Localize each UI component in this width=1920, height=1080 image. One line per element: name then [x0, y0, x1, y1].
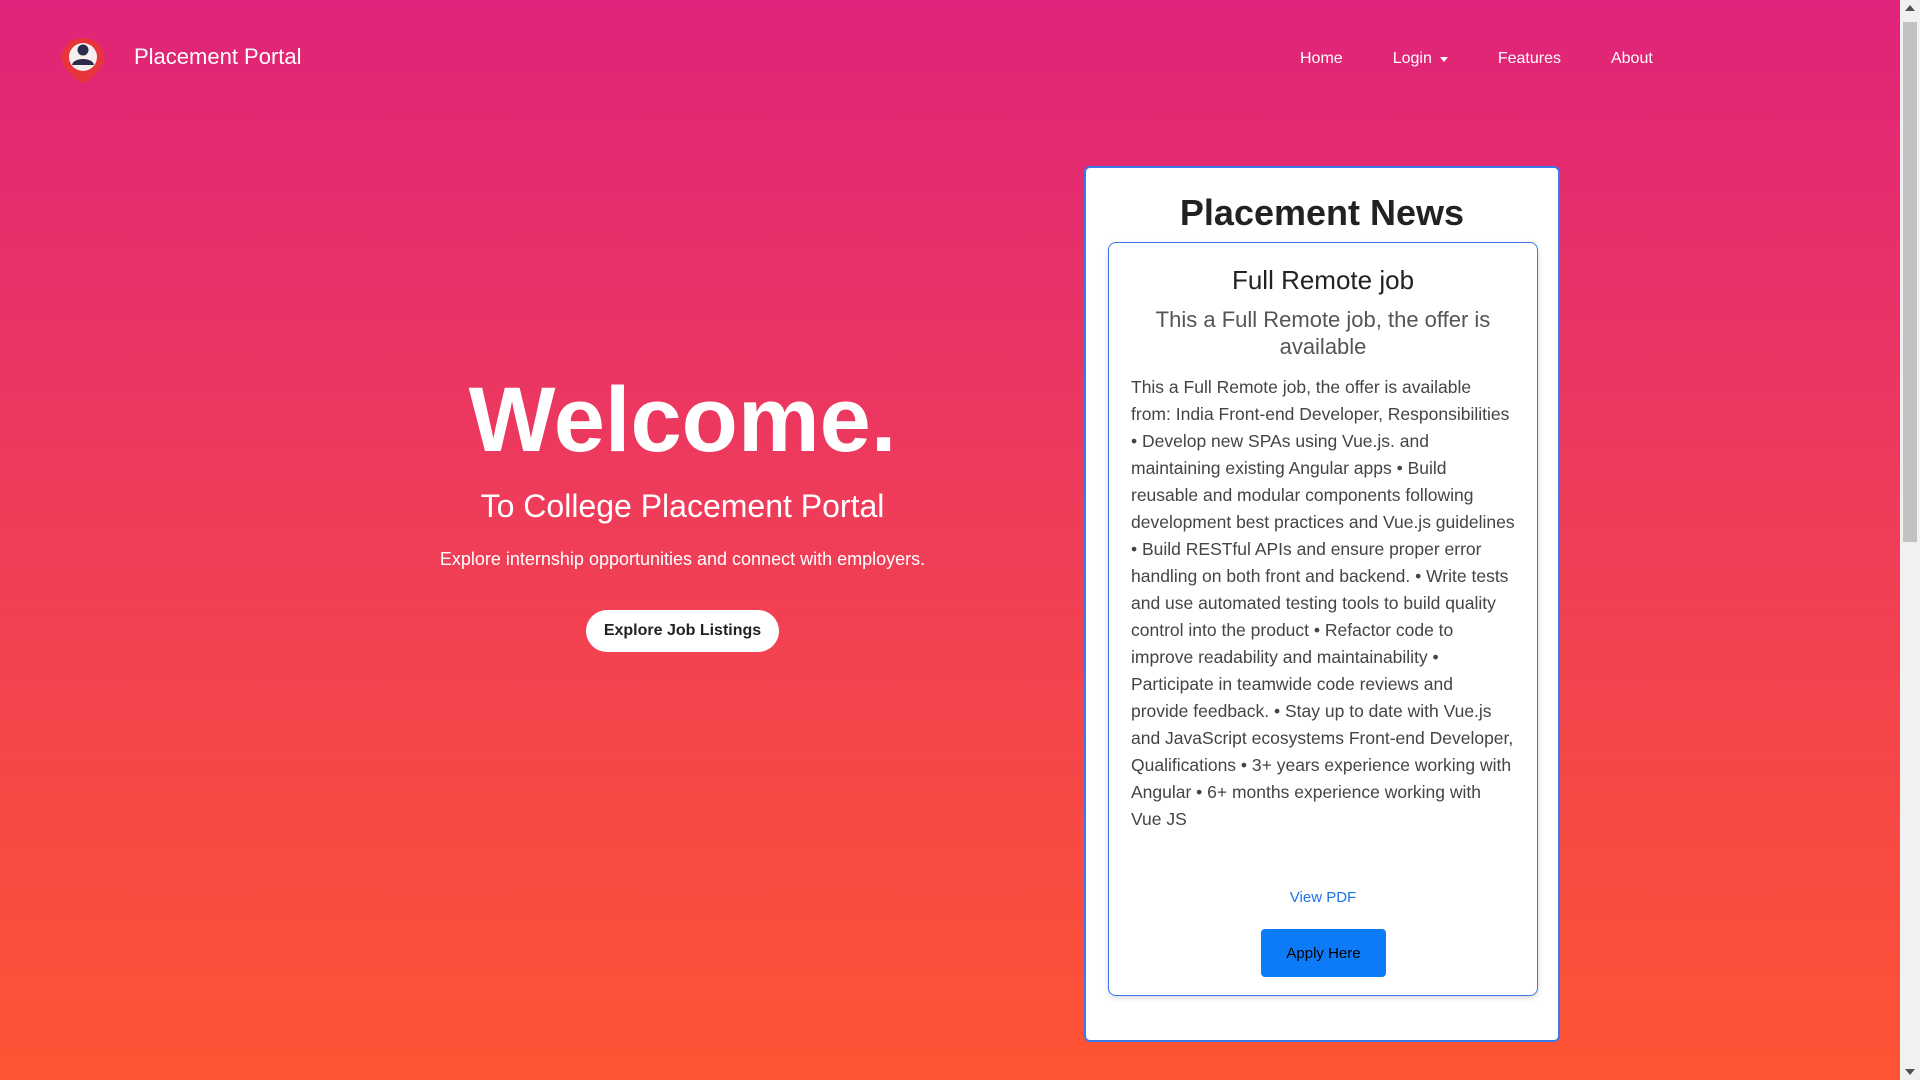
user-location-pin-icon[interactable]	[60, 36, 106, 86]
placement-news-card: Placement News Full Remote job This a Fu…	[1084, 166, 1560, 1042]
nav-features-label: Features	[1497, 50, 1561, 67]
hero-subtitle: To College Placement Portal	[480, 488, 885, 524]
nav-features[interactable]: Features	[1498, 50, 1561, 68]
vertical-scrollbar[interactable]	[1900, 0, 1920, 1080]
hero-lead: Explore internship opportunities and con…	[439, 549, 926, 569]
job-description: This a Full Remote job, the offer is ava…	[1131, 377, 1515, 829]
nav-home-label: Home	[1300, 50, 1343, 67]
job-card: Full Remote job This a Full Remote job, …	[1108, 242, 1538, 996]
caret-down-icon	[1439, 56, 1448, 62]
nav-login-label: Login	[1392, 50, 1432, 67]
apply-here-button[interactable]: Apply Here	[1261, 929, 1386, 977]
scroll-down-arrow-icon[interactable]	[1905, 1069, 1915, 1075]
nav-home[interactable]: Home	[1300, 50, 1343, 68]
view-pdf-link[interactable]: View PDF	[1109, 889, 1537, 906]
placement-news-heading: Placement News	[1179, 192, 1465, 233]
main-nav: Home Login Features About	[1300, 50, 1703, 68]
nav-login-dropdown[interactable]: Login	[1393, 50, 1448, 68]
hero-section: Welcome. To College Placement Portal Exp…	[430, 370, 935, 652]
explore-job-listings-button[interactable]: Explore Job Listings	[585, 610, 780, 652]
brand-name[interactable]: Placement Portal	[134, 44, 302, 70]
job-title: Full Remote job	[1231, 265, 1415, 295]
scrollbar-thumb[interactable]	[1903, 22, 1917, 542]
scroll-up-arrow-icon[interactable]	[1905, 5, 1915, 11]
navbar: Placement Portal Home Login Features Abo…	[0, 0, 1900, 118]
job-subtitle: This a Full Remote job, the offer is ava…	[1155, 307, 1491, 359]
welcome-heading: Welcome.	[468, 369, 897, 471]
page: Placement Portal Home Login Features Abo…	[0, 0, 1900, 1080]
nav-about[interactable]: About	[1611, 50, 1653, 68]
nav-about-label: About	[1610, 50, 1653, 67]
